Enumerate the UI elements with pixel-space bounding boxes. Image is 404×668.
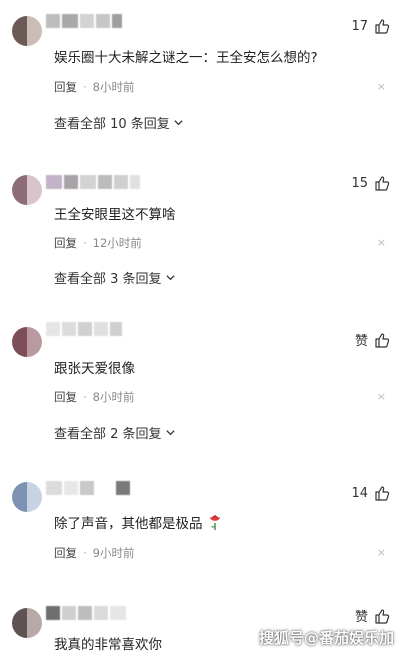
comment-meta: 回复 · 8小时前	[54, 79, 135, 95]
view-replies-link[interactable]: 查看全部 10 条回复	[54, 113, 184, 132]
avatar[interactable]	[12, 608, 42, 638]
chevron-down-icon	[165, 275, 175, 281]
reply-button[interactable]: 回复	[54, 79, 77, 95]
comment-text: 娱乐圈十大未解之谜之一：王全安怎么想的?	[54, 50, 318, 66]
like-count: 赞	[354, 334, 368, 349]
comment-time: 9小时前	[92, 546, 135, 560]
watermark: 搜狐号@番茄娱乐加	[258, 629, 394, 647]
chevron-down-icon	[165, 430, 175, 436]
close-icon[interactable]: ×	[377, 390, 386, 403]
close-icon[interactable]: ×	[377, 546, 386, 559]
username[interactable]	[46, 175, 140, 191]
comment-time: 8小时前	[92, 80, 135, 94]
like-count: 赞	[354, 610, 368, 625]
thumbs-up-icon	[375, 608, 390, 624]
comment-meta: 回复 · 12小时前	[54, 235, 142, 251]
comment-text: 除了声音，其他都是极品	[54, 512, 223, 532]
avatar[interactable]	[12, 16, 42, 46]
like-button[interactable]: 14	[351, 485, 390, 501]
comment-time: 8小时前	[92, 390, 135, 404]
view-replies-link[interactable]: 查看全部 3 条回复	[54, 268, 176, 287]
close-icon[interactable]: ×	[377, 80, 386, 93]
reply-button[interactable]: 回复	[54, 235, 77, 251]
thumbs-up-icon	[375, 176, 390, 191]
comment-meta: 回复 · 8小时前	[54, 389, 135, 405]
view-replies-link[interactable]: 查看全部 2 条回复	[54, 423, 176, 442]
rose-icon	[209, 515, 220, 530]
like-count: 15	[351, 175, 368, 191]
like-count: 17	[351, 18, 368, 34]
comment-text: 王全安眼里这不算啥	[54, 207, 176, 223]
thumbs-up-icon	[375, 486, 390, 501]
username[interactable]	[46, 14, 122, 30]
comment-text: 跟张天爱很像	[54, 361, 135, 377]
avatar[interactable]	[12, 482, 42, 512]
avatar[interactable]	[12, 327, 42, 357]
username[interactable]	[46, 322, 122, 338]
like-count: 14	[351, 485, 368, 501]
comment-meta: 回复 · 9小时前	[54, 545, 135, 561]
username[interactable]	[46, 606, 126, 622]
like-button[interactable]: 17	[351, 18, 390, 34]
comment-time: 12小时前	[92, 236, 142, 250]
close-icon[interactable]: ×	[377, 236, 386, 249]
avatar[interactable]	[12, 175, 42, 205]
like-button[interactable]: 赞	[355, 330, 390, 349]
thumbs-up-icon	[375, 332, 390, 348]
username[interactable]	[46, 481, 130, 497]
chevron-down-icon	[174, 120, 183, 126]
comment-text: 我真的非常喜欢你	[54, 637, 162, 653]
like-button[interactable]: 赞	[355, 606, 390, 625]
like-button[interactable]: 15	[351, 175, 390, 191]
thumbs-up-icon	[375, 19, 390, 34]
reply-button[interactable]: 回复	[54, 545, 77, 561]
reply-button[interactable]: 回复	[54, 389, 77, 405]
